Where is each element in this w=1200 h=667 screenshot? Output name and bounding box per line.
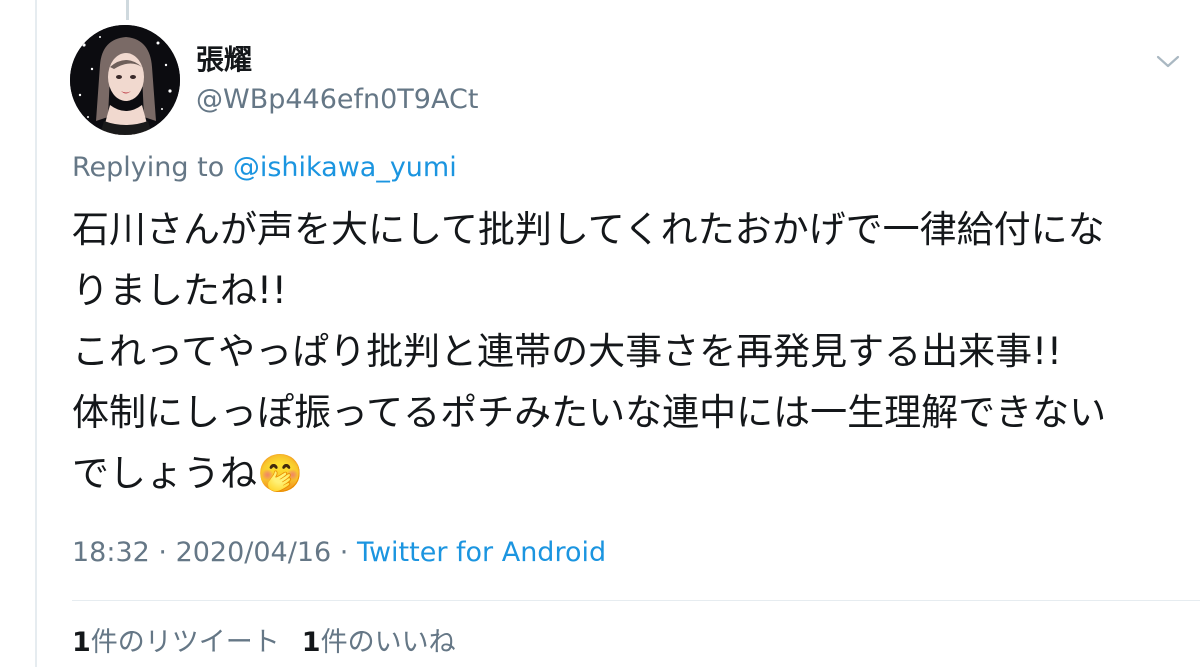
tweet-source-link[interactable]: Twitter for Android (357, 537, 606, 568)
tweet-text-line: 石川さんが声を大にして批判してくれたおかげで一律給付にな (72, 208, 1105, 251)
face-with-hand-over-mouth-icon: 🤭 (257, 452, 304, 495)
avatar-illustration (70, 25, 180, 135)
tweet-text-fragment: でしょうね (72, 452, 257, 495)
engagement-stats: 1件のリツイート 1件のいいね (72, 625, 456, 661)
replying-to-label: Replying to (72, 152, 233, 183)
avatar[interactable] (70, 25, 180, 135)
tweet-date[interactable]: 2020/04/16 (176, 537, 332, 568)
tweet-metadata: 18:32 · 2020/04/16 · Twitter for Android (72, 535, 606, 571)
author-handle[interactable]: @WBp446efn0T9ACt (196, 84, 478, 116)
tweet-text: 石川さんが声を大にして批判してくれたおかげで一律給付にな りましたね!! これっ… (72, 199, 1182, 504)
thread-connector-line (126, 0, 129, 20)
likes-stat[interactable]: 1件のいいね (302, 627, 456, 658)
chevron-down-icon[interactable] (1156, 52, 1180, 70)
meta-separator: · (331, 537, 357, 568)
likes-count: 1 (301, 627, 321, 658)
divider (72, 600, 1200, 601)
reply-mention-link[interactable]: @ishikawa_yumi (233, 152, 457, 183)
tweet-text-line: これってやっぱり批判と連帯の大事さを再発見する出来事!! (72, 330, 1062, 373)
retweets-label: 件のリツイート (90, 627, 280, 658)
tweet-time[interactable]: 18:32 (72, 537, 150, 568)
tweet-text-line: 体制にしっぽ振ってるポチみたいな連中には一生理解できない (72, 391, 1107, 434)
meta-separator: · (149, 537, 176, 568)
left-border (35, 0, 37, 667)
author-display-name[interactable]: 張耀 (196, 44, 252, 76)
retweets-count: 1 (72, 627, 91, 658)
retweets-stat[interactable]: 1件のリツイート (72, 627, 280, 658)
tweet-text-line-last: でしょうね🤭 (72, 443, 1182, 504)
tweet-text-line: りましたね!! (72, 269, 287, 312)
replying-to: Replying to @ishikawa_yumi (72, 151, 457, 185)
likes-label: 件のいいね (320, 627, 456, 658)
